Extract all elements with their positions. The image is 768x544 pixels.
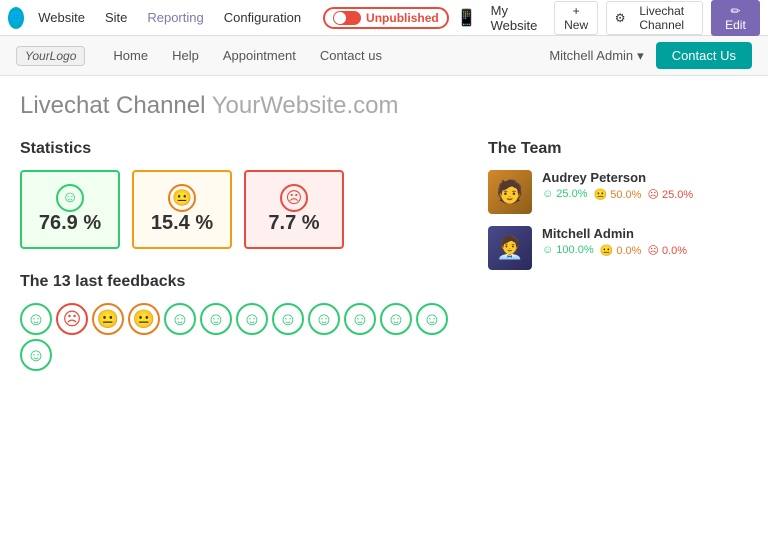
feedback-smiley-12: ☺ bbox=[20, 339, 52, 371]
avatar-image-0: 🧑 bbox=[488, 170, 532, 214]
feedbacks-section: The 13 last feedbacks ☺☹😐😐☺☺☺☺☺☺☺☺☺ bbox=[20, 273, 448, 371]
feedback-smiley-10: ☺ bbox=[380, 303, 412, 335]
feedback-smiley-9: ☺ bbox=[344, 303, 376, 335]
member-stats-0: ☺ 25.0% 😐 50.0% ☹ 25.0% bbox=[542, 188, 748, 201]
feedback-smiley-3: 😐 bbox=[128, 303, 160, 335]
team-title: The Team bbox=[488, 140, 748, 158]
edit-button[interactable]: ✏ Edit bbox=[711, 0, 760, 36]
odoo-logo: 🌐 bbox=[8, 7, 24, 29]
member-avatar-0: 🧑 bbox=[488, 170, 532, 214]
member-sad-0: ☹ 25.0% bbox=[647, 188, 693, 201]
mywebsite-menu[interactable]: My Website bbox=[485, 1, 547, 35]
avatar-image-1: 🧑‍💼 bbox=[488, 226, 532, 270]
team-member-0: 🧑 Audrey Peterson ☺ 25.0% 😐 50.0% ☹ 25.0… bbox=[488, 170, 748, 214]
feedback-smiley-5: ☺ bbox=[200, 303, 232, 335]
configuration-menu[interactable]: Configuration bbox=[218, 8, 307, 27]
feedback-smiley-0: ☺ bbox=[20, 303, 52, 335]
user-menu[interactable]: Mitchell Admin ▾ bbox=[549, 48, 643, 64]
member-avatar-1: 🧑‍💼 bbox=[488, 226, 532, 270]
feedback-smiley-2: 😐 bbox=[92, 303, 124, 335]
member-stats-1: ☺ 100.0% 😐 0.0% ☹ 0.0% bbox=[542, 244, 748, 257]
nav-appointment[interactable]: Appointment bbox=[211, 36, 308, 76]
member-sad-1: ☹ 0.0% bbox=[647, 244, 687, 257]
member-happy-0: ☺ 25.0% bbox=[542, 188, 587, 201]
left-column: Statistics ☺ 76.9 % 😐 15.4 % ☹ 7.7 % The bbox=[20, 140, 448, 371]
site-logo: YourLogo bbox=[16, 46, 85, 66]
feedback-smiley-8: ☺ bbox=[308, 303, 340, 335]
mobile-preview-icon[interactable]: 📱 bbox=[457, 8, 477, 28]
team-member-1: 🧑‍💼 Mitchell Admin ☺ 100.0% 😐 0.0% ☹ 0.0… bbox=[488, 226, 748, 270]
stats-boxes: ☺ 76.9 % 😐 15.4 % ☹ 7.7 % bbox=[20, 170, 448, 249]
top-nav: 🌐 Website Site Reporting Configuration U… bbox=[0, 0, 768, 36]
stat-value-neutral: 15.4 % bbox=[151, 212, 213, 235]
feedback-smiley-11: ☺ bbox=[416, 303, 448, 335]
nav-help[interactable]: Help bbox=[160, 36, 211, 76]
right-column: The Team 🧑 Audrey Peterson ☺ 25.0% 😐 50.… bbox=[488, 140, 748, 371]
contact-us-button[interactable]: Contact Us bbox=[656, 42, 752, 69]
toggle-switch-icon bbox=[333, 11, 361, 25]
member-happy-1: ☺ 100.0% bbox=[542, 244, 594, 257]
feedback-grid: ☺☹😐😐☺☺☺☺☺☺☺☺☺ bbox=[20, 303, 448, 371]
feedback-smiley-4: ☺ bbox=[164, 303, 196, 335]
site-menu[interactable]: Site bbox=[99, 8, 133, 27]
stat-value-sad: 7.7 % bbox=[268, 212, 319, 235]
member-info-0: Audrey Peterson ☺ 25.0% 😐 50.0% ☹ 25.0% bbox=[542, 170, 748, 201]
feedback-smiley-6: ☺ bbox=[236, 303, 268, 335]
main-content: Livechat Channel YourWebsite.com Statist… bbox=[0, 76, 768, 387]
unpublished-label: Unpublished bbox=[366, 11, 439, 25]
member-info-1: Mitchell Admin ☺ 100.0% 😐 0.0% ☹ 0.0% bbox=[542, 226, 748, 257]
sad-smiley-icon: ☹ bbox=[280, 184, 308, 212]
new-button[interactable]: + New bbox=[554, 1, 597, 35]
member-name-1: Mitchell Admin bbox=[542, 226, 748, 241]
page-subtitle: YourWebsite.com bbox=[212, 92, 399, 119]
feedback-smiley-7: ☺ bbox=[272, 303, 304, 335]
user-dropdown-icon: ▾ bbox=[637, 48, 644, 64]
team-members: 🧑 Audrey Peterson ☺ 25.0% 😐 50.0% ☹ 25.0… bbox=[488, 170, 748, 270]
happy-smiley-icon: ☺ bbox=[56, 184, 84, 212]
stat-box-neutral: 😐 15.4 % bbox=[132, 170, 232, 249]
member-name-0: Audrey Peterson bbox=[542, 170, 748, 185]
statistics-title: Statistics bbox=[20, 140, 448, 158]
stat-box-sad: ☹ 7.7 % bbox=[244, 170, 344, 249]
feedbacks-title: The 13 last feedbacks bbox=[20, 273, 448, 291]
member-neutral-0: 😐 50.0% bbox=[593, 188, 641, 201]
feedback-smiley-1: ☹ bbox=[56, 303, 88, 335]
livechat-channel-button[interactable]: ⚙ Livechat Channel bbox=[606, 1, 703, 35]
user-name: Mitchell Admin bbox=[549, 48, 633, 63]
neutral-smiley-icon: 😐 bbox=[168, 184, 196, 212]
content-grid: Statistics ☺ 76.9 % 😐 15.4 % ☹ 7.7 % The bbox=[20, 140, 748, 371]
stat-box-happy: ☺ 76.9 % bbox=[20, 170, 120, 249]
gear-icon: ⚙ bbox=[615, 11, 626, 25]
nav-contact[interactable]: Contact us bbox=[308, 36, 394, 76]
website-header: YourLogo Home Help Appointment Contact u… bbox=[0, 36, 768, 76]
reporting-menu[interactable]: Reporting bbox=[141, 8, 209, 27]
nav-home[interactable]: Home bbox=[101, 36, 160, 76]
website-menu[interactable]: Website bbox=[32, 8, 91, 27]
unpublished-toggle[interactable]: Unpublished bbox=[323, 7, 449, 29]
member-neutral-1: 😐 0.0% bbox=[600, 244, 642, 257]
stat-value-happy: 76.9 % bbox=[39, 212, 101, 235]
page-title: Livechat Channel YourWebsite.com bbox=[20, 92, 748, 120]
